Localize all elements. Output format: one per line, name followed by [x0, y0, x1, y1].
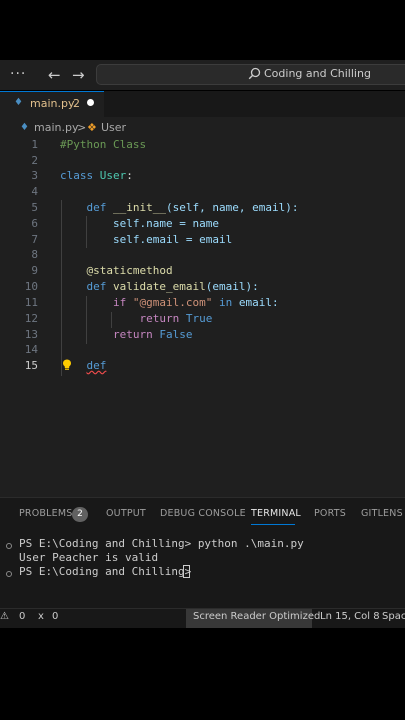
terminal-prompt: PS E:\Coding and Chilling> [19, 537, 192, 550]
terminal-prompt[interactable]: PS E:\Coding and Chilling> [19, 565, 191, 578]
tab-problems[interactable]: PROBLEMS [19, 508, 72, 519]
code-line[interactable]: 6 self.name = name [0, 216, 405, 232]
tab-filename[interactable]: main.py [30, 97, 74, 110]
line-number: 6 [31, 217, 38, 230]
code-statement: self.email = email [112, 233, 233, 246]
line-number: 3 [31, 169, 38, 182]
bottom-letterbox [0, 628, 405, 720]
search-text: Coding and Chilling [264, 67, 371, 80]
line-number-current: 15 [24, 359, 38, 372]
breadcrumb-python-icon: ♦ [20, 122, 29, 133]
terminal-cursor [183, 565, 190, 578]
constant-true: True [185, 312, 213, 325]
function-name: __init__ [113, 201, 166, 214]
code-line-current[interactable]: 15 def [0, 358, 405, 374]
line-number: 12 [24, 312, 38, 325]
punctuation: : [126, 169, 133, 182]
forward-arrow-icon[interactable]: → [72, 66, 85, 84]
tab-gitlens[interactable]: GITLENS [361, 508, 403, 519]
code-line[interactable]: 14 [0, 342, 405, 358]
screen-reader-mode[interactable]: Screen Reader Optimized [193, 611, 320, 622]
line-number: 13 [24, 328, 38, 341]
keyword-def-error: def [86, 359, 107, 372]
code-line[interactable]: 4 [0, 184, 405, 200]
tab-ports[interactable]: PORTS [314, 508, 346, 519]
line-number: 1 [31, 138, 38, 151]
menu-more-button[interactable]: ··· [10, 66, 26, 82]
problems-count-badge: 2 [72, 507, 88, 522]
terminal-output: User Peacher is valid [19, 551, 159, 564]
line-number: 9 [31, 264, 38, 277]
line-number: 7 [31, 233, 38, 246]
line-number: 2 [31, 154, 38, 167]
code-line[interactable]: 11 if "@gmail.com" in email: [0, 295, 405, 311]
code-line[interactable]: 2 [0, 153, 405, 169]
line-number: 14 [24, 343, 38, 356]
indentation-setting[interactable]: Spac [382, 611, 405, 622]
string-literal: "@gmail.com" [132, 296, 213, 309]
search-icon [248, 67, 261, 80]
status-errors-count[interactable]: 0 [19, 611, 25, 622]
unsaved-dot-icon[interactable] [87, 99, 94, 106]
status-ports-count[interactable]: 0 [52, 611, 58, 622]
class-symbol-icon: ❖ [87, 121, 97, 134]
code-line[interactable]: 1 #Python Class [0, 137, 405, 153]
active-tab-indicator [251, 524, 295, 525]
tab-problem-count: 2 [73, 97, 80, 110]
code-statement: self.name = name [112, 217, 219, 230]
keyword-in: in [218, 296, 233, 309]
class-name: User [99, 169, 127, 182]
terminal-decoration-icon[interactable] [6, 571, 12, 577]
code-line[interactable]: 7 self.email = email [0, 232, 405, 248]
tab-output[interactable]: OUTPUT [106, 508, 146, 519]
code-line[interactable]: 5 def __init__(self, name, email): [0, 200, 405, 216]
terminal-decoration-icon[interactable] [6, 543, 12, 549]
cursor-position[interactable]: Ln 15, Col 8 [320, 611, 380, 622]
top-letterbox [0, 0, 405, 60]
keyword-def: def [86, 280, 107, 293]
line-number: 5 [31, 201, 38, 214]
tab-debug-console[interactable]: DEBUG CONSOLE [160, 508, 246, 519]
code-expression: email: [238, 296, 279, 309]
python-file-icon: ♦ [14, 97, 23, 108]
code-line[interactable]: 3 class User: [0, 168, 405, 184]
breadcrumb-file[interactable]: main.py [34, 121, 78, 134]
status-warning-icon[interactable]: ⚠ [0, 611, 9, 622]
parameters: (email): [205, 280, 259, 293]
parameters: (self, name, email): [165, 201, 299, 214]
code-comment: #Python Class [60, 138, 147, 151]
terminal-line[interactable]: PS E:\Coding and Chilling> python .\main… [19, 537, 304, 550]
breadcrumb-symbol[interactable]: User [101, 121, 126, 134]
breadcrumb-separator: > [77, 121, 87, 134]
line-number: 10 [24, 280, 38, 293]
code-line[interactable]: 8 [0, 247, 405, 263]
code-line[interactable]: 12 return True [0, 311, 405, 327]
code-line[interactable]: 9 @staticmethod [0, 263, 405, 279]
keyword-class: class [60, 169, 94, 182]
decorator: @staticmethod [86, 264, 173, 277]
back-arrow-icon[interactable]: ← [48, 66, 61, 84]
lightbulb-icon[interactable] [62, 359, 72, 371]
terminal-command: python .\main.py [197, 537, 304, 550]
keyword-def: def [86, 201, 107, 214]
constant-false: False [159, 328, 193, 341]
status-ports-icon[interactable]: x [38, 611, 44, 622]
keyword-return: return [112, 328, 153, 341]
line-number: 11 [24, 296, 38, 309]
tab-terminal[interactable]: TERMINAL [251, 508, 301, 519]
line-number: 8 [31, 248, 38, 261]
keyword-if: if [112, 296, 127, 309]
keyword-return: return [139, 312, 180, 325]
function-name: validate_email [113, 280, 206, 293]
code-line[interactable]: 10 def validate_email(email): [0, 279, 405, 295]
line-number: 4 [31, 185, 38, 198]
code-line[interactable]: 13 return False [0, 327, 405, 343]
